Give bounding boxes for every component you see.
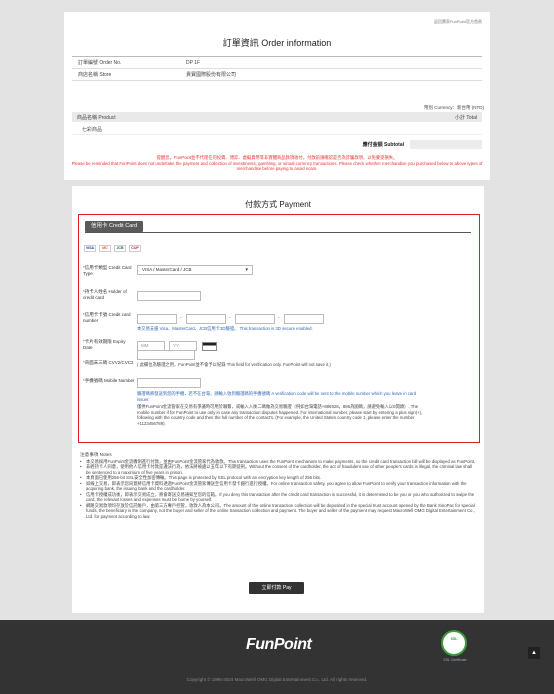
back-to-merchant-link[interactable]: 返回賣家FunPoint官方首頁	[434, 19, 482, 25]
subtotal-row: 應付金額 Subtotal	[72, 140, 482, 149]
notes-title: 注意事項 Notes	[80, 452, 112, 457]
tab-credit-card[interactable]: 信用卡 Credit Card	[85, 221, 144, 232]
product-name: 七彩商品	[82, 126, 103, 133]
subtotal-label: 應付金額 Subtotal	[362, 142, 404, 148]
notes-list: 本交易採用FunPoint金流機制進行付款，並由FunPoint金流管家代為收款…	[80, 459, 476, 520]
card-type-select[interactable]: VISA / MasterCard / JCB ▾	[137, 265, 253, 275]
store-row: 商店名稱 Store 貴寶國際股份有限公司	[72, 69, 482, 81]
card-number-input-2[interactable]	[186, 314, 226, 324]
order-no-value: DP 1F	[186, 59, 201, 66]
order-info-title: 訂單資訊 Order information	[222, 38, 332, 48]
note-item: 非經持卡人同意，使用他人信用卡付款是違法行為，依法將被處以五年以下有期徒刑。Wi…	[80, 464, 476, 475]
subtotal-value	[410, 140, 482, 149]
scam-warning: 提醒您，FunPoint並不代理任何投資、博弈、虛擬貨幣等非實體商品款項收付，付…	[66, 155, 488, 172]
total-header: 小計 Total	[455, 114, 477, 121]
card-number-label: *信用卡卡號 Credit card number	[83, 312, 131, 323]
card-number-hint: 本交易支援 Visa、MasterCard、JCB信用卡3D驗證。 This t…	[137, 326, 313, 331]
store-value: 貴寶國際股份有限公司	[186, 72, 237, 78]
mobile-hint: 僅供FunPoint金流管家在交易有爭議時可用於聯繫，或輸入入後二碼做為交易驗證…	[137, 404, 423, 426]
order-info-table: 訂單編號 Order No. DP 1F 商店名稱 Store 貴寶國際股份有限…	[72, 56, 482, 81]
back-to-top-icon[interactable]: ▲	[528, 647, 540, 659]
product-table-header: 商品名稱 Product 小計 Total	[72, 112, 482, 122]
product-row: 七彩商品	[72, 124, 482, 135]
expiry-label: *卡片有效期限 Expiry Date	[83, 339, 126, 350]
scam-warning-en: Please be reminded that FunPoint does no…	[71, 160, 483, 172]
card-number-input-1[interactable]	[137, 314, 177, 324]
ssl-lock-icon[interactable]: SSL	[441, 630, 467, 656]
credit-card-form: 信用卡 Credit Card VISA MC JCB CUP *信用卡類型 C…	[78, 214, 480, 443]
store-label: 商店名稱 Store	[78, 72, 112, 78]
card-number-input-4[interactable]	[284, 314, 324, 324]
note-item: 網路交易款項均存放於信託帳戶，由第三方專戶控管，收款人為本公司。The amou…	[80, 503, 476, 520]
note-item: 信用卡授權成功後，即表示交易成立，將會寄送交易通知至您的信箱。If you de…	[80, 492, 476, 503]
holder-label: *持卡人姓名 Holder of credit card	[83, 289, 127, 300]
card-type-value: VISA / MasterCard / JCB	[142, 267, 192, 272]
holder-name-input[interactable]	[137, 291, 201, 301]
note-item: 如線上交易，即表示您同意將信用卡資料透過FunPoint金流管家傳送至信用卡發卡…	[80, 481, 476, 492]
cvv-hint: ( 此欄位為驗證之用，FunPoint並不會予以紀錄 This field fo…	[137, 362, 331, 367]
unionpay-icon: CUP	[129, 245, 141, 252]
card-number-separator: -	[278, 315, 280, 321]
card-back-icon	[202, 342, 217, 351]
visa-icon: VISA	[84, 245, 96, 252]
mobile-hint-blue: 驗證碼將發送到您的手機，若不在台灣，請輸入收到驗證碼的手機號碼 A verifi…	[137, 391, 417, 402]
notes-section: 注意事項 Notes 本交易採用FunPoint金流機制進行付款，並由FunPo…	[80, 452, 476, 519]
footer: FunPoint SSL SSL Certificate Copyright ©…	[0, 620, 554, 694]
chevron-down-icon: ▾	[245, 267, 248, 273]
cvv-label: *背面末三碼 CVV2/CVC2	[83, 360, 134, 365]
card-logos: VISA MC JCB CUP	[84, 245, 141, 252]
card-number-separator: -	[180, 315, 182, 321]
funpoint-logo: FunPoint	[246, 636, 312, 653]
product-header: 商品名稱 Product	[77, 114, 116, 121]
order-no-row: 訂單編號 Order No. DP 1F	[72, 57, 482, 69]
mobile-input[interactable]	[137, 378, 201, 388]
payment-card: 付款方式 Payment 信用卡 Credit Card VISA MC JCB…	[72, 186, 484, 613]
currency-label: 幣別 Currency：新台幣 (NTD)	[423, 105, 484, 110]
mobile-label: *手機號碼 Mobile Number	[83, 378, 135, 383]
order-no-label: 訂單編號 Order No.	[78, 60, 122, 66]
pay-button[interactable]: 立即付款 Pay	[249, 582, 304, 594]
copyright: Copyright © 1996-2024 MacroWell OMG Digi…	[186, 677, 368, 682]
card-number-input-3[interactable]	[235, 314, 275, 324]
ssl-certificate-label: SSL Certificate	[443, 658, 467, 662]
card-number-separator: -	[229, 315, 231, 321]
payment-title: 付款方式 Payment	[245, 200, 311, 209]
order-info-card: 返回賣家FunPoint官方首頁 訂單資訊 Order information …	[64, 12, 490, 180]
cvv-input[interactable]	[137, 350, 195, 360]
jcb-icon: JCB	[114, 245, 126, 252]
card-type-label: *信用卡類型 Credit Card Type	[83, 265, 132, 276]
tab-divider	[85, 232, 471, 233]
mastercard-icon: MC	[99, 245, 111, 252]
